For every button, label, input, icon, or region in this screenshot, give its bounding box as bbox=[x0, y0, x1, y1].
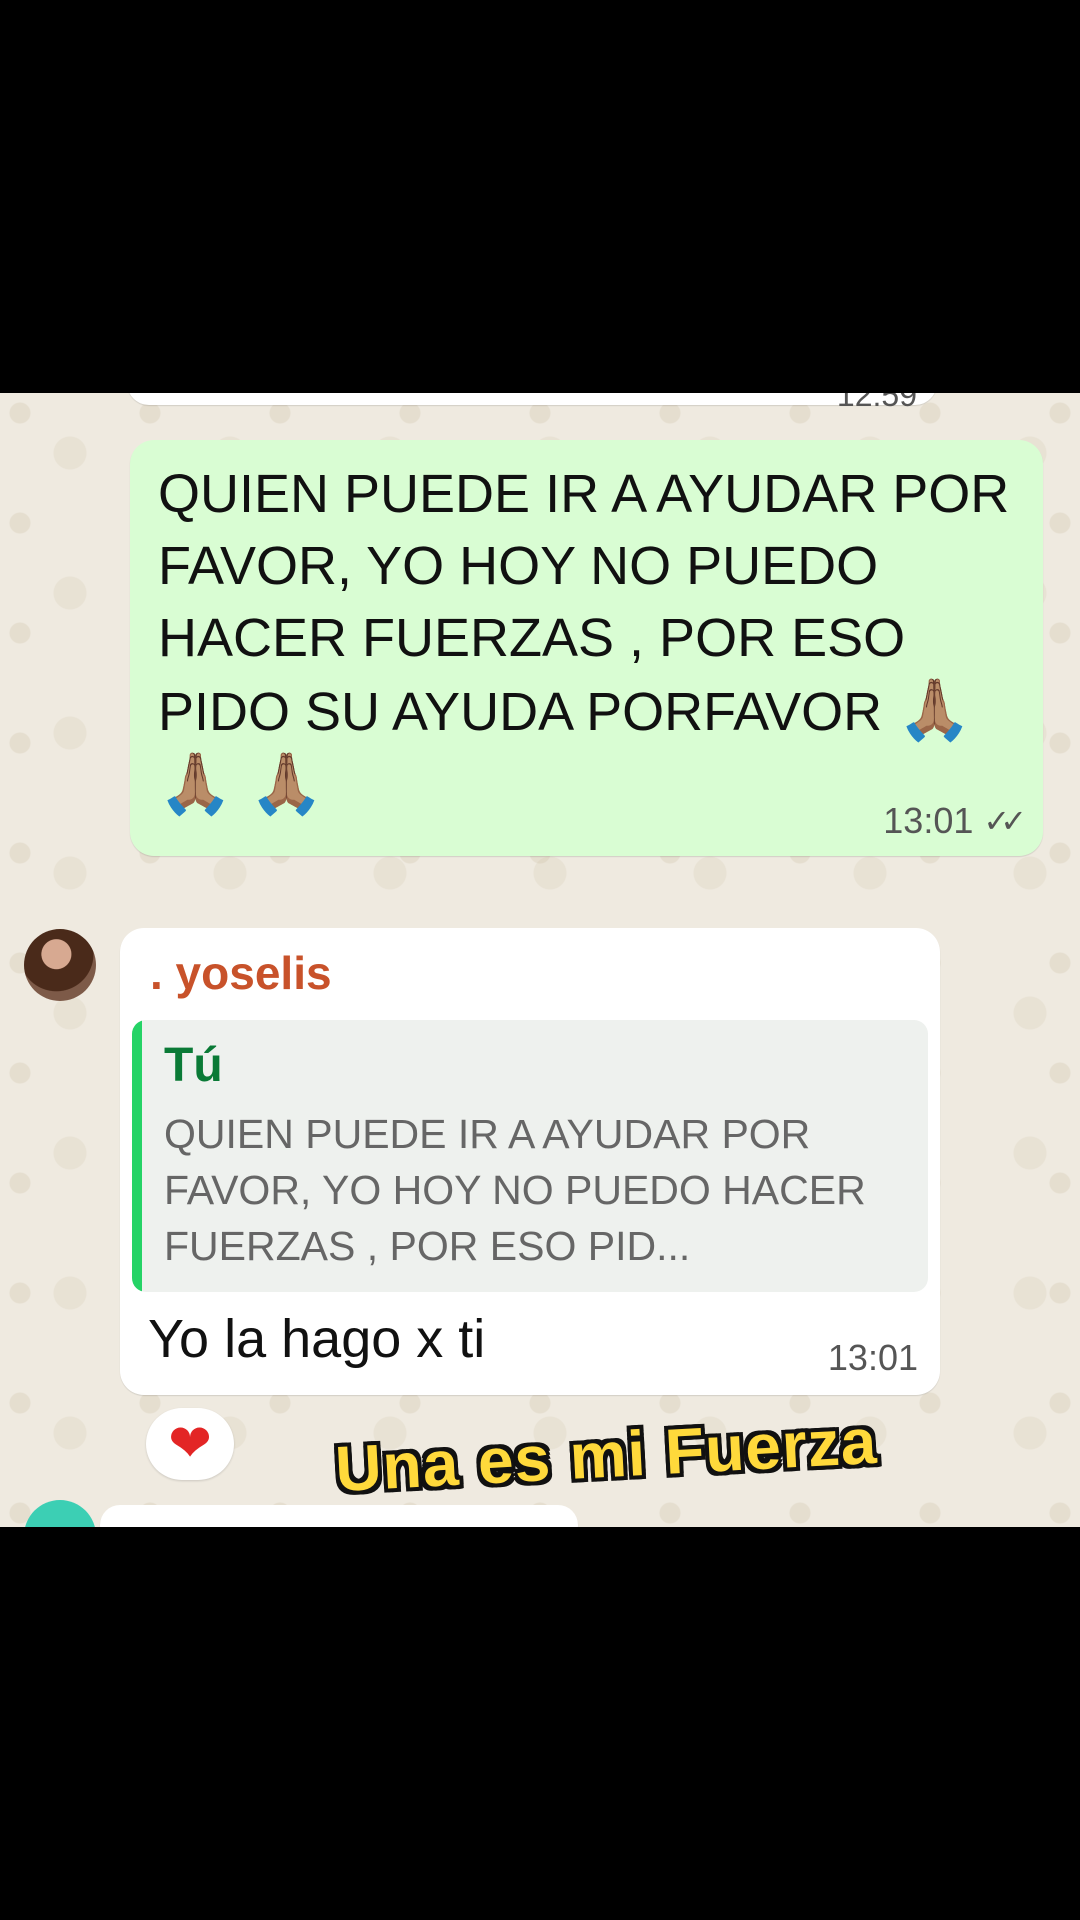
message-text: Yo la hago x ti bbox=[148, 1309, 486, 1369]
sender-name[interactable]: . yoselis bbox=[150, 946, 332, 1000]
pray-emoji: 🙏🏽 bbox=[897, 676, 972, 743]
message-text: QUIEN PUEDE IR A AYUDAR POR FAVOR, YO HO… bbox=[158, 458, 1028, 822]
quoted-author: Tú bbox=[164, 1039, 223, 1092]
quote-accent-bar bbox=[132, 1020, 142, 1292]
quoted-message[interactable]: Tú QUIEN PUEDE IR A AYUDAR POR FAVOR, YO… bbox=[132, 1020, 928, 1292]
message-time: 13:01 bbox=[827, 1337, 918, 1378]
previous-message-bubble[interactable]: 12:59 bbox=[127, 393, 937, 413]
double-check-icon: ✓✓ bbox=[983, 803, 1027, 839]
avatar[interactable] bbox=[24, 1500, 96, 1527]
reaction-badge[interactable]: ❤ bbox=[146, 1408, 234, 1480]
heart-icon: ❤ bbox=[168, 1415, 212, 1473]
quoted-text: QUIEN PUEDE IR A AYUDAR POR FAVOR, YO HO… bbox=[164, 1111, 866, 1269]
chat-area[interactable]: 12:59 QUIEN PUEDE IR A AYUDAR POR FAVOR,… bbox=[0, 393, 1080, 1527]
outgoing-message-bubble[interactable]: QUIEN PUEDE IR A AYUDAR POR FAVOR, YO HO… bbox=[130, 440, 1043, 856]
avatar[interactable] bbox=[24, 929, 96, 1001]
message-body: QUIEN PUEDE IR A AYUDAR POR FAVOR, YO HO… bbox=[158, 464, 1010, 742]
pray-emoji-line: 🙏🏽 🙏🏽 bbox=[158, 750, 325, 817]
next-message-bubble[interactable] bbox=[100, 1505, 578, 1527]
overlay-caption: Una es mi Fuerza bbox=[333, 1404, 879, 1506]
message-meta: 13:01 ✓✓ bbox=[883, 800, 1027, 842]
message-time: 13:01 bbox=[883, 800, 974, 841]
message-time: 12:59 bbox=[836, 393, 917, 413]
incoming-message-bubble[interactable]: . yoselis Tú QUIEN PUEDE IR A AYUDAR POR… bbox=[120, 928, 940, 1395]
